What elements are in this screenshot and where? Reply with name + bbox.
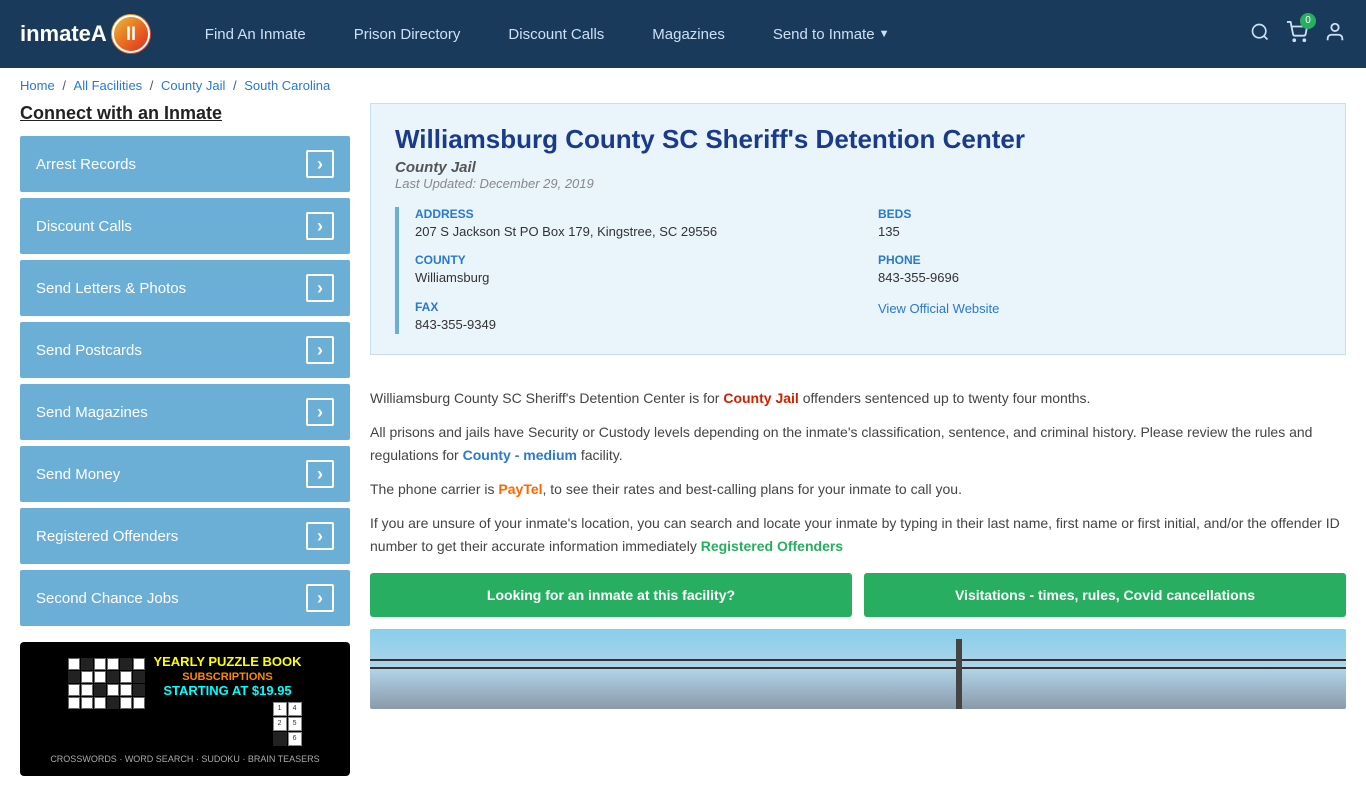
nav-magazines[interactable]: Magazines	[628, 26, 749, 43]
content-area: Williamsburg County SC Sheriff's Detenti…	[370, 103, 1346, 776]
fax-block: FAX 843-355-9349	[415, 300, 858, 334]
description-area: Williamsburg County SC Sheriff's Detenti…	[370, 371, 1346, 557]
breadcrumb-sep-3: /	[233, 78, 240, 93]
facility-photo	[370, 629, 1346, 709]
visitations-button[interactable]: Visitations - times, rules, Covid cancel…	[864, 573, 1346, 617]
ad-subtitle: SUBSCRIPTIONS	[153, 671, 301, 683]
power-line-1	[370, 659, 1346, 661]
county-medium-link[interactable]: County - medium	[463, 447, 577, 463]
desc-para-4: If you are unsure of your inmate's locat…	[370, 512, 1346, 557]
sidebar-item-send-postcards[interactable]: Send Postcards ›	[20, 322, 350, 378]
breadcrumb-county-jail[interactable]: County Jail	[161, 78, 225, 93]
sidebar-item-send-magazines[interactable]: Send Magazines ›	[20, 384, 350, 440]
sidebar-ad[interactable]: YEARLY PUZZLE BOOK SUBSCRIPTIONS STARTIN…	[20, 642, 350, 776]
phone-block: PHONE 843-355-9696	[878, 253, 1321, 287]
address-block: ADDRESS 207 S Jackson St PO Box 179, Kin…	[415, 207, 858, 241]
sidebar: Connect with an Inmate Arrest Records › …	[20, 103, 350, 776]
logo-text: inmateA	[20, 21, 107, 47]
header-icons: 0	[1250, 21, 1346, 48]
ad-title: YEARLY PUZZLE BOOK	[153, 654, 301, 671]
arrow-icon-6: ›	[306, 522, 334, 550]
breadcrumb-all-facilities[interactable]: All Facilities	[74, 78, 143, 93]
county-value: Williamsburg	[415, 269, 858, 287]
nav-prison-directory[interactable]: Prison Directory	[330, 26, 485, 43]
power-line-2	[370, 667, 1346, 669]
main-nav: Find An Inmate Prison Directory Discount…	[181, 26, 1250, 43]
address-label: ADDRESS	[415, 207, 858, 221]
sidebar-item-send-letters[interactable]: Send Letters & Photos ›	[20, 260, 350, 316]
ad-price: STARTING AT $19.95	[153, 683, 301, 698]
breadcrumb-sep-2: /	[150, 78, 157, 93]
beds-value: 135	[878, 223, 1321, 241]
breadcrumb: Home / All Facilities / County Jail / So…	[0, 68, 1366, 103]
cart-badge: 0	[1300, 13, 1316, 29]
dropdown-chevron-icon: ▼	[879, 28, 890, 40]
sidebar-title: Connect with an Inmate	[20, 103, 350, 124]
fax-label: FAX	[415, 300, 858, 314]
address-value: 207 S Jackson St PO Box 179, Kingstree, …	[415, 223, 858, 241]
logo-icon: ll	[111, 14, 151, 54]
website-link[interactable]: View Official Website	[878, 301, 999, 316]
nav-find-inmate[interactable]: Find An Inmate	[181, 26, 330, 43]
breadcrumb-home[interactable]: Home	[20, 78, 55, 93]
phone-value: 843-355-9696	[878, 269, 1321, 287]
facility-details: ADDRESS 207 S Jackson St PO Box 179, Kin…	[395, 207, 1321, 334]
beds-block: BEDS 135	[878, 207, 1321, 241]
facility-name: Williamsburg County SC Sheriff's Detenti…	[395, 124, 1321, 155]
registered-offenders-link[interactable]: Registered Offenders	[701, 538, 843, 554]
svg-text:ll: ll	[126, 24, 136, 44]
breadcrumb-sep-1: /	[62, 78, 69, 93]
county-label: COUNTY	[415, 253, 858, 267]
search-icon[interactable]	[1250, 22, 1270, 47]
arrow-icon-4: ›	[306, 398, 334, 426]
facility-type: County Jail	[395, 159, 1321, 176]
arrow-icon-1: ›	[306, 212, 334, 240]
website-block: View Official Website	[878, 300, 1321, 334]
beds-label: BEDS	[878, 207, 1321, 221]
nav-send-to-inmate[interactable]: Send to Inmate ▼	[749, 26, 914, 43]
arrow-icon-0: ›	[306, 150, 334, 178]
user-icon[interactable]	[1324, 21, 1346, 48]
arrow-icon-3: ›	[306, 336, 334, 364]
arrow-icon-7: ›	[306, 584, 334, 612]
desc-para-3: The phone carrier is PayTel, to see thei…	[370, 478, 1346, 500]
arrow-icon-5: ›	[306, 460, 334, 488]
cart-icon[interactable]: 0	[1286, 21, 1308, 48]
header: inmateA ll Find An Inmate Prison Directo…	[0, 0, 1366, 68]
breadcrumb-state[interactable]: South Carolina	[244, 78, 330, 93]
action-buttons: Looking for an inmate at this facility? …	[370, 573, 1346, 617]
phone-label: PHONE	[878, 253, 1321, 267]
power-pole	[956, 639, 962, 709]
ad-types: CROSSWORDS · WORD SEARCH · SUDOKU · BRAI…	[50, 754, 319, 764]
desc-para-1: Williamsburg County SC Sheriff's Detenti…	[370, 387, 1346, 409]
desc-para-2: All prisons and jails have Security or C…	[370, 421, 1346, 466]
nav-discount-calls[interactable]: Discount Calls	[484, 26, 628, 43]
facility-updated: Last Updated: December 29, 2019	[395, 176, 1321, 191]
sidebar-item-second-chance-jobs[interactable]: Second Chance Jobs ›	[20, 570, 350, 626]
sidebar-item-discount-calls[interactable]: Discount Calls ›	[20, 198, 350, 254]
facility-card: Williamsburg County SC Sheriff's Detenti…	[370, 103, 1346, 355]
logo[interactable]: inmateA ll	[20, 14, 151, 54]
sidebar-item-registered-offenders[interactable]: Registered Offenders ›	[20, 508, 350, 564]
main-container: Connect with an Inmate Arrest Records › …	[0, 103, 1366, 796]
fax-value: 843-355-9349	[415, 316, 858, 334]
looking-for-inmate-button[interactable]: Looking for an inmate at this facility?	[370, 573, 852, 617]
arrow-icon-2: ›	[306, 274, 334, 302]
county-jail-link-1[interactable]: County Jail	[723, 390, 798, 406]
paytel-link[interactable]: PayTel	[498, 481, 542, 497]
sidebar-item-send-money[interactable]: Send Money ›	[20, 446, 350, 502]
county-block: COUNTY Williamsburg	[415, 253, 858, 287]
sidebar-item-arrest-records[interactable]: Arrest Records ›	[20, 136, 350, 192]
